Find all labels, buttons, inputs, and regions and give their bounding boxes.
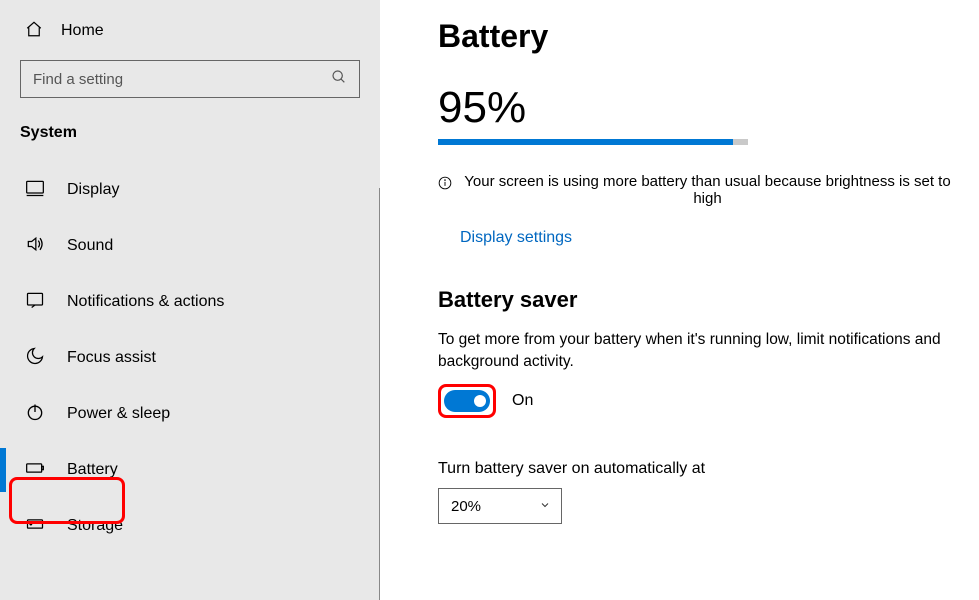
home-label: Home [61, 22, 104, 40]
chevron-down-icon [539, 498, 551, 515]
home-icon [25, 20, 43, 42]
sidebar-item-power[interactable]: Power & sleep [0, 386, 380, 442]
nav-label: Notifications & actions [67, 293, 224, 311]
toggle-knob [474, 395, 486, 407]
nav-label: Storage [67, 517, 123, 535]
battery-progress-fill [438, 139, 733, 145]
search-input[interactable] [33, 71, 331, 88]
battery-percent: 95% [438, 83, 967, 133]
info-text: Your screen is using more battery than u… [458, 173, 957, 207]
sidebar-item-display[interactable]: Display [0, 162, 380, 218]
display-settings-link[interactable]: Display settings [438, 229, 572, 247]
annotation-highlight-toggle [438, 384, 496, 418]
info-row: Your screen is using more battery than u… [438, 173, 967, 207]
sidebar-item-sound[interactable]: Sound [0, 218, 380, 274]
sidebar-item-storage[interactable]: Storage [0, 498, 380, 554]
main-content: Battery 95% Your screen is using more ba… [380, 0, 979, 600]
display-icon [25, 178, 45, 202]
page-title: Battery [438, 18, 967, 55]
nav-label: Sound [67, 237, 113, 255]
nav-label: Display [67, 181, 119, 199]
nav-label: Power & sleep [67, 405, 170, 423]
nav-label: Battery [67, 461, 118, 479]
nav-label: Focus assist [67, 349, 156, 367]
section-title: System [0, 116, 380, 162]
battery-saver-desc: To get more from your battery when it's … [438, 329, 967, 372]
home-nav[interactable]: Home [0, 12, 380, 52]
sidebar-item-battery[interactable]: Battery [0, 442, 380, 498]
info-icon [438, 173, 452, 194]
toggle-row: On [438, 384, 967, 418]
sidebar-item-focus[interactable]: Focus assist [0, 330, 380, 386]
battery-saver-toggle[interactable] [444, 390, 490, 412]
search-box[interactable] [20, 60, 360, 98]
battery-icon [25, 458, 45, 482]
auto-threshold-label: Turn battery saver on automatically at [438, 460, 967, 478]
dropdown-value: 20% [451, 498, 481, 515]
toggle-state-label: On [512, 392, 533, 410]
power-icon [25, 402, 45, 426]
auto-threshold-dropdown[interactable]: 20% [438, 488, 562, 524]
focus-icon [25, 346, 45, 370]
storage-icon [25, 514, 45, 538]
battery-saver-heading: Battery saver [438, 287, 967, 313]
sidebar-item-notifications[interactable]: Notifications & actions [0, 274, 380, 330]
sidebar: Home System Display Sound Notifications … [0, 0, 380, 600]
search-icon [331, 69, 347, 89]
sound-icon [25, 234, 45, 258]
battery-progress [438, 139, 748, 145]
notifications-icon [25, 290, 45, 314]
